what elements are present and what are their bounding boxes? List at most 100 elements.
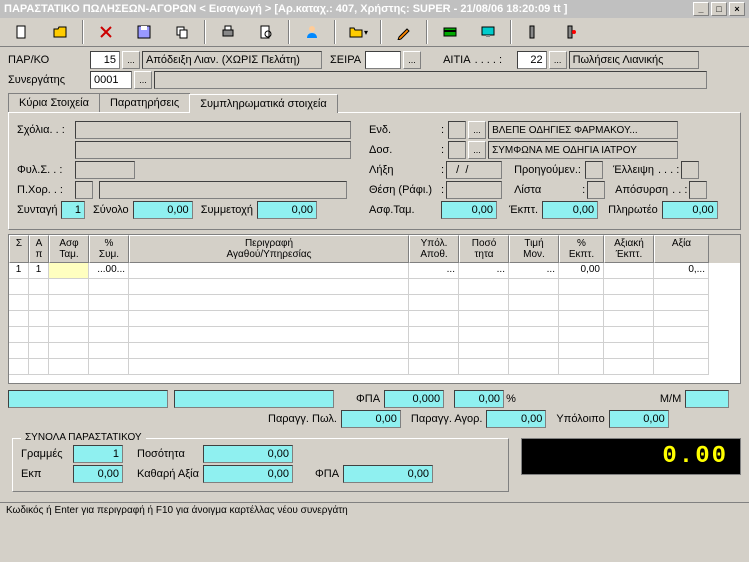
dos-lookup[interactable]: ... <box>468 141 486 159</box>
fpa-input <box>384 390 444 408</box>
posotita-val <box>203 445 293 463</box>
synolo-input <box>133 201 193 219</box>
paraggagor-label: Παραγγ. Αγορ. <box>411 413 485 425</box>
titlebar: ΠΑΡΑΣΤΑΤΙΚΟ ΠΩΛΗΣΕΩΝ-ΑΓΟΡΩΝ < Εισαγωγή >… <box>0 0 749 18</box>
col-ypol[interactable]: Υπόλ. Αποθ. <box>409 235 459 263</box>
open-icon[interactable] <box>42 20 78 44</box>
seira-lookup-button[interactable]: ... <box>403 51 421 69</box>
ekpt-input <box>542 201 598 219</box>
user-icon[interactable] <box>294 20 330 44</box>
aposyrsi-label: Απόσυρση <box>615 184 670 196</box>
thesi-label: Θέση (Ράφι.) <box>369 184 439 196</box>
preview-icon[interactable] <box>248 20 284 44</box>
fyls-input[interactable] <box>75 161 135 179</box>
pct-symbol: % <box>506 393 518 405</box>
paraggpol-label: Παραγγ. Πωλ. <box>268 413 339 425</box>
save-icon[interactable] <box>126 20 162 44</box>
desc2-input[interactable] <box>174 390 334 408</box>
copy-icon[interactable] <box>164 20 200 44</box>
close-button[interactable]: × <box>729 2 745 16</box>
ypoloipo-label: Υπόλοιπο <box>556 413 606 425</box>
pxor2-input[interactable] <box>99 181 347 199</box>
end-lookup[interactable]: ... <box>468 121 486 139</box>
ekp-label: Εκπ <box>21 468 71 480</box>
paraggagor-input <box>486 410 546 428</box>
col-aksekpt[interactable]: Αξιακή Έκπτ. <box>604 235 654 263</box>
col-aksia[interactable]: Αξία <box>654 235 709 263</box>
pct-input <box>454 390 504 408</box>
pxor-input[interactable] <box>75 181 93 199</box>
card-icon[interactable] <box>432 20 468 44</box>
col-ap[interactable]: Α π <box>29 235 49 263</box>
ypoloipo-input <box>609 410 669 428</box>
sxolia-input[interactable] <box>75 121 351 139</box>
lixi-input[interactable] <box>446 161 502 179</box>
maximize-button[interactable]: □ <box>711 2 727 16</box>
thesi-input[interactable] <box>446 181 502 199</box>
ekp-val <box>73 465 123 483</box>
desc-large-input[interactable] <box>8 390 168 408</box>
lista-input <box>587 181 605 199</box>
toolbar: ▾ <box>0 18 749 47</box>
lcd-total: 0.00 <box>521 438 741 475</box>
col-ekpt[interactable]: % Εκπτ. <box>559 235 604 263</box>
paraggpol-input <box>341 410 401 428</box>
fpa-label: ΦΠΑ <box>356 393 382 405</box>
tool1-icon[interactable] <box>516 20 552 44</box>
synolo-label: Σύνολο <box>93 204 131 216</box>
table-row[interactable]: 1 1 ...00... ... ... ... 0,00 0,... <box>9 263 740 279</box>
active-cell[interactable] <box>49 263 89 279</box>
pliroteo-input <box>662 201 718 219</box>
totals-title: ΣΥΝΟΛΑ ΠΑΡΑΣΤΑΤΙΚΟΥ <box>21 432 146 443</box>
monitor-icon[interactable] <box>470 20 506 44</box>
asftam-label: Ασφ.Ταμ. <box>369 204 439 216</box>
tab-supplementary[interactable]: Συμπληρωματικά στοιχεία <box>189 94 338 113</box>
aitia-lookup-button[interactable]: ... <box>549 51 567 69</box>
print-icon[interactable] <box>210 20 246 44</box>
window-title: ΠΑΡΑΣΤΑΤΙΚΟ ΠΩΛΗΣΕΩΝ-ΑΓΟΡΩΝ < Εισαγωγή >… <box>4 3 567 15</box>
folder-icon[interactable]: ▾ <box>340 20 376 44</box>
dos-desc <box>488 141 678 159</box>
col-asf[interactable]: Ασφ Ταμ. <box>49 235 89 263</box>
col-posot[interactable]: Ποσό τητα <box>459 235 509 263</box>
delete-icon[interactable] <box>88 20 124 44</box>
synergatis-lookup-button[interactable]: ... <box>134 71 152 89</box>
col-sym[interactable]: % Συμ. <box>89 235 129 263</box>
grammes-label: Γραμμές <box>21 448 71 460</box>
lixi-label: Λήξη <box>369 164 439 176</box>
mm-label: Μ/Μ <box>660 393 683 405</box>
syntagi-input[interactable] <box>61 201 85 219</box>
synergatis-input[interactable] <box>90 71 132 89</box>
col-s[interactable]: Σ <box>9 235 29 263</box>
aposyrsi-input <box>689 181 707 199</box>
aitia-input[interactable] <box>517 51 547 69</box>
symmetoxi-input <box>257 201 317 219</box>
sxolia2-input[interactable] <box>75 141 351 159</box>
syntagi-label: Συνταγή <box>17 204 59 216</box>
posotita-label: Ποσότητα <box>137 448 201 460</box>
aitia-label: ΑΙΤΙΑ <box>443 54 473 66</box>
minimize-button[interactable]: _ <box>693 2 709 16</box>
end-label: Ενδ. <box>369 124 439 136</box>
tab-content: Σχόλια. . : Φυλ.Σ. . : Π.Χορ. . : Συνταγ… <box>8 112 741 230</box>
pliroteo-label: Πληρωτέο <box>608 204 660 216</box>
col-timi[interactable]: Τιμή Μον. <box>509 235 559 263</box>
dos-label: Δοσ. <box>369 144 439 156</box>
seira-input[interactable] <box>365 51 401 69</box>
parko-input[interactable] <box>90 51 120 69</box>
col-desc[interactable]: Περιγραφή Αγαθού/Υπηρεσίας <box>129 235 409 263</box>
tool2-icon[interactable] <box>554 20 590 44</box>
parko-label: ΠΑΡ/ΚΟ <box>8 54 88 66</box>
tab-notes[interactable]: Παρατηρήσεις <box>99 93 190 112</box>
parko-lookup-button[interactable]: ... <box>122 51 140 69</box>
edit-icon[interactable] <box>386 20 422 44</box>
tab-main[interactable]: Κύρια Στοιχεία <box>8 93 100 112</box>
synergatis-desc <box>154 71 707 89</box>
mm-input <box>685 390 729 408</box>
proig-label: Προηγούμεν.: <box>514 164 583 176</box>
sxolia-label: Σχόλια. . : <box>17 124 73 136</box>
kathari-val <box>203 465 293 483</box>
elleipsi-label: Έλλειψη <box>613 164 656 176</box>
new-icon[interactable] <box>4 20 40 44</box>
data-grid[interactable]: Σ Α π Ασφ Ταμ. % Συμ. Περιγραφή Αγαθού/Υ… <box>8 234 741 384</box>
